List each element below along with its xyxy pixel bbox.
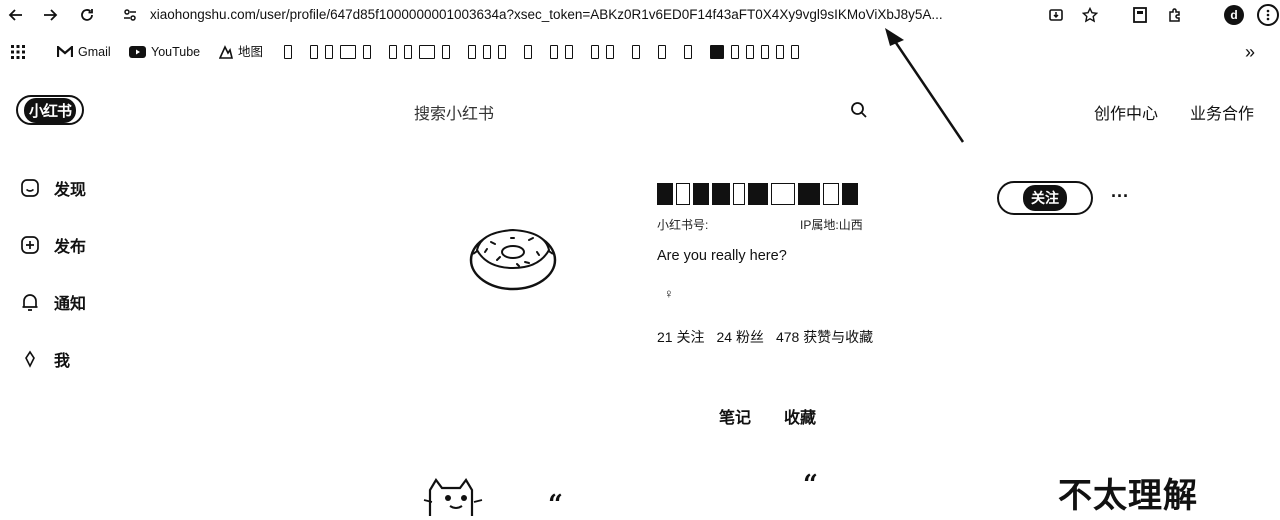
bookmark-gmail[interactable]: Gmail	[57, 43, 111, 61]
username-redacted	[657, 183, 858, 205]
profile-button[interactable]: d	[1222, 3, 1246, 27]
profile-bio: Are you really here?	[657, 248, 787, 264]
bookmark-label: Gmail	[78, 45, 111, 59]
nav-creator-center[interactable]: 创作中心	[1094, 100, 1158, 124]
bookmark-youtube[interactable]: YouTube	[129, 43, 200, 61]
follow-button[interactable]: 关注	[997, 181, 1093, 215]
sidebar-item-label: 发现	[54, 182, 87, 199]
reload-button[interactable]	[75, 3, 99, 27]
ip-location: IP属地:山西	[800, 216, 863, 233]
stat-value: 478	[775, 329, 800, 345]
profile-avatar: d	[1224, 5, 1244, 25]
extension-button[interactable]	[1128, 3, 1152, 27]
browser-menu-button[interactable]	[1256, 3, 1280, 27]
bookmark-maps[interactable]: 地图	[219, 43, 263, 61]
plus-square-icon	[21, 236, 39, 254]
apps-grid-icon	[11, 45, 25, 59]
blurred-bookmarks	[284, 44, 799, 60]
apps-button[interactable]	[6, 40, 30, 64]
stat-label: 粉丝	[735, 329, 764, 345]
arrow-left-icon	[8, 9, 22, 21]
forward-button[interactable]	[38, 3, 62, 27]
note-quote-mark: “	[803, 470, 818, 500]
bookmark-label: 地图	[238, 45, 264, 59]
xhs-id-label: 小红书号:	[657, 218, 709, 232]
search-button[interactable]	[847, 98, 871, 122]
search-input[interactable]: 搜索小红书	[414, 100, 494, 124]
stat-likes-collects[interactable]: 478 获赞与收藏	[776, 327, 873, 347]
kebab-menu-icon	[1257, 4, 1279, 26]
more-bookmarks-button[interactable]: »	[1245, 43, 1255, 61]
puzzle-icon	[1169, 8, 1180, 22]
tab-notes[interactable]: 笔记	[719, 404, 751, 428]
arrow-right-icon	[44, 9, 58, 21]
sidebar-item-discover[interactable]: 发现	[20, 176, 86, 200]
maps-icon	[219, 45, 233, 59]
sidebar-item-label: 通知	[54, 296, 87, 313]
sidebar-item-publish[interactable]: 发布	[20, 233, 86, 257]
sidebar-item-label: 发布	[54, 239, 87, 256]
note-cover-text[interactable]: 不太理解	[1058, 468, 1198, 517]
ip-value: 山西	[838, 218, 863, 232]
cat-sticker-image	[423, 478, 483, 516]
star-icon	[1082, 7, 1098, 23]
sidebar-item-me[interactable]: 我	[20, 347, 70, 371]
extensions-menu-button[interactable]	[1163, 3, 1187, 27]
sidebar-item-label: 我	[54, 353, 71, 370]
site-info-button[interactable]	[118, 3, 142, 27]
stat-value: 24	[716, 329, 733, 345]
bookmark-star-button[interactable]	[1078, 3, 1102, 27]
bookmark-label: YouTube	[151, 45, 201, 59]
tune-icon	[124, 9, 136, 21]
xiaohongshu-logo[interactable]: 小红书	[16, 95, 84, 125]
annotation-arrow	[885, 28, 965, 143]
reload-icon	[81, 9, 93, 21]
install-app-button[interactable]	[1044, 3, 1068, 27]
profile-stats: 21 关注 24 粉丝 478 获赞与收藏	[657, 327, 873, 347]
address-bar[interactable]: xiaohongshu.com/user/profile/647d85f1000…	[150, 2, 1090, 28]
stat-following[interactable]: 21 关注	[657, 327, 704, 347]
profile-avatar	[469, 228, 557, 291]
stat-followers[interactable]: 24 粉丝	[716, 327, 763, 347]
back-button[interactable]	[4, 3, 28, 27]
bell-icon	[22, 294, 38, 311]
note-quote-mark: “	[548, 490, 563, 520]
stat-label: 获赞与收藏	[803, 329, 874, 345]
home-icon	[21, 179, 39, 197]
search-icon	[851, 102, 867, 118]
sidebar-item-notifications[interactable]: 通知	[20, 290, 86, 314]
stat-label: 关注	[676, 329, 705, 345]
follow-label: 关注	[1023, 185, 1067, 211]
tab-collections[interactable]: 收藏	[784, 404, 816, 428]
nav-business[interactable]: 业务合作	[1190, 100, 1254, 124]
extension-icon	[1133, 7, 1147, 23]
youtube-icon	[129, 46, 146, 58]
stat-value: 21	[657, 329, 673, 345]
install-icon	[1049, 9, 1063, 21]
gmail-icon	[57, 46, 73, 57]
ip-label: IP属地:	[800, 218, 839, 232]
more-options-button[interactable]: ···	[1111, 186, 1129, 207]
gender-icon: ♀	[664, 286, 674, 301]
avatar-icon	[25, 350, 35, 368]
logo-text: 小红书	[23, 97, 76, 123]
